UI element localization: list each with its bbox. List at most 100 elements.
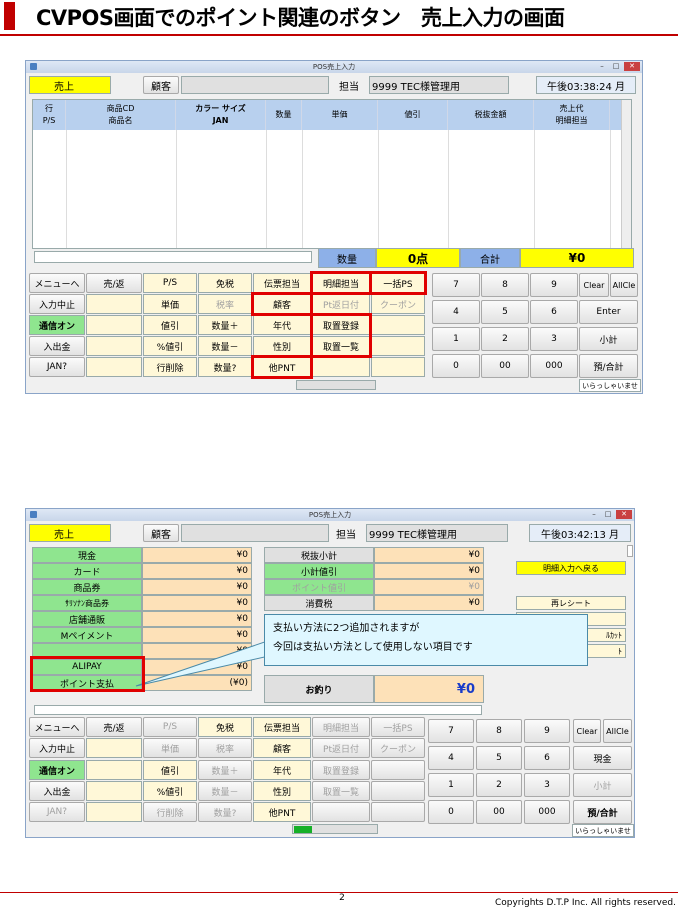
discount-button[interactable]: 値引 [143,760,197,780]
close-icon[interactable]: ✕ [616,510,632,519]
sale-return-button[interactable]: 売/返 [86,717,142,737]
key-1[interactable]: 1 [428,773,474,797]
hold-register-button[interactable]: 取置登録 [312,760,370,780]
pay-method-cash[interactable]: 現金 [32,547,142,563]
qty-plus-button[interactable]: 数量＋ [198,760,252,780]
customer-button[interactable]: 顧客 [143,524,179,542]
key-2[interactable]: 2 [481,327,529,351]
menu-button[interactable]: メニューへ [29,717,85,737]
key-4[interactable]: 4 [428,746,474,770]
pay-amount[interactable]: ¥0 [142,611,252,627]
table-scrollbar[interactable] [621,100,631,248]
unit-price-button[interactable]: 単価 [143,738,197,758]
qty-minus-button[interactable]: 数量－ [198,781,252,801]
other-point-button[interactable]: 他PNT [253,802,311,822]
pt-return-date-button[interactable]: Pt返日付 [312,738,370,758]
summary-label[interactable]: 小計値引 [264,563,374,579]
slip-staff-button[interactable]: 伝票担当 [253,717,311,737]
bulk-ps-button[interactable]: 一括PS [371,717,425,737]
age-group-button[interactable]: 年代 [253,315,311,335]
all-clear-button[interactable]: AllCle [603,719,632,743]
ps-button[interactable]: P/S [143,717,197,737]
percent-discount-button[interactable]: %値引 [143,781,197,801]
key-5[interactable]: 5 [481,300,529,324]
cash-in-out-button[interactable]: 入出金 [29,336,85,356]
key-000[interactable]: 000 [530,354,578,378]
maximize-icon[interactable]: □ [610,62,622,71]
jan-query-button[interactable]: JAN? [29,802,85,822]
pay-amount[interactable]: ¥0 [142,563,252,579]
hold-list-button[interactable]: 取置一覧 [312,781,370,801]
key-0[interactable]: 0 [432,354,480,378]
key-7[interactable]: 7 [428,719,474,743]
line-items-table[interactable]: 行 P/S 商品CD 商品名 カラー サイズ JAN 数量 単価 値引 税抜金額 売上… [32,99,632,249]
pay-method-card[interactable]: カード [32,563,142,579]
ps-button[interactable]: P/S [143,273,197,293]
minimize-icon[interactable]: – [588,510,600,519]
delete-line-button[interactable]: 行削除 [143,802,197,822]
key-6[interactable]: 6 [530,300,578,324]
percent-discount-button[interactable]: %値引 [143,336,197,356]
coupon-button[interactable]: クーポン [371,294,425,314]
key-8[interactable]: 8 [481,273,529,297]
maximize-icon[interactable]: □ [602,510,614,519]
all-clear-button[interactable]: AllCle [610,273,638,297]
key-3[interactable]: 3 [530,327,578,351]
age-group-button[interactable]: 年代 [253,760,311,780]
detail-staff-button[interactable]: 明細担当 [312,717,370,737]
key-9[interactable]: 9 [524,719,570,743]
key-000[interactable]: 000 [524,800,570,824]
sale-return-button[interactable]: 売/返 [86,273,142,293]
key-0[interactable]: 0 [428,800,474,824]
qty-query-button[interactable]: 数量? [198,802,252,822]
discount-button[interactable]: 値引 [143,315,197,335]
comm-on-button[interactable]: 通信オン [29,315,85,335]
pay-method-mail-order[interactable]: 店舗通販 [32,611,142,627]
key-2[interactable]: 2 [476,773,522,797]
deposit-total-button[interactable]: 預/合計 [573,800,632,824]
unit-price-button[interactable]: 単価 [143,294,197,314]
key-6[interactable]: 6 [524,746,570,770]
cash-in-out-button[interactable]: 入出金 [29,781,85,801]
key-1[interactable]: 1 [432,327,480,351]
qty-query-button[interactable]: 数量? [198,357,252,377]
minimize-icon[interactable]: – [596,62,608,71]
cancel-input-button[interactable]: 入力中止 [29,738,85,758]
pay-amount[interactable]: ¥0 [142,595,252,611]
key-3[interactable]: 3 [524,773,570,797]
enter-button[interactable]: Enter [579,300,638,324]
close-icon[interactable]: ✕ [624,62,640,71]
deposit-total-button[interactable]: 預/合計 [579,354,638,378]
tax-free-button[interactable]: 免税 [198,273,252,293]
key-00[interactable]: 00 [481,354,529,378]
gender-button[interactable]: 性別 [253,336,311,356]
tax-rate-button[interactable]: 税率 [198,294,252,314]
pt-return-date-button[interactable]: Pt返日付 [312,294,370,314]
pay-method-giftcert[interactable]: 商品券 [32,579,142,595]
key-9[interactable]: 9 [530,273,578,297]
reprint-receipt-button[interactable]: 再レシート [516,596,626,610]
pay-method-store-giftcert[interactable]: ｻﾘｿﾅﾝ商品券 [32,595,142,611]
tax-free-button[interactable]: 免税 [198,717,252,737]
gender-button[interactable]: 性別 [253,781,311,801]
subtotal-button[interactable]: 小計 [579,327,638,351]
cancel-input-button[interactable]: 入力中止 [29,294,85,314]
customer-button[interactable]: 顧客 [143,76,179,94]
key-5[interactable]: 5 [476,746,522,770]
tax-rate-button[interactable]: 税率 [198,738,252,758]
clear-button[interactable]: Clear [573,719,601,743]
key-8[interactable]: 8 [476,719,522,743]
pay-amount[interactable]: ¥0 [142,547,252,563]
scrollbar-thumb[interactable] [627,545,633,557]
jan-query-button[interactable]: JAN? [29,357,85,377]
customer-field[interactable] [181,524,329,542]
pay-amount[interactable]: ¥0 [142,579,252,595]
subtotal-button[interactable]: 小計 [573,773,632,797]
clear-button[interactable]: Clear [579,273,609,297]
delete-line-button[interactable]: 行削除 [143,357,197,377]
qty-plus-button[interactable]: 数量＋ [198,315,252,335]
key-00[interactable]: 00 [476,800,522,824]
customer-function-button[interactable]: 顧客 [253,738,311,758]
key-7[interactable]: 7 [432,273,480,297]
coupon-button[interactable]: クーポン [371,738,425,758]
